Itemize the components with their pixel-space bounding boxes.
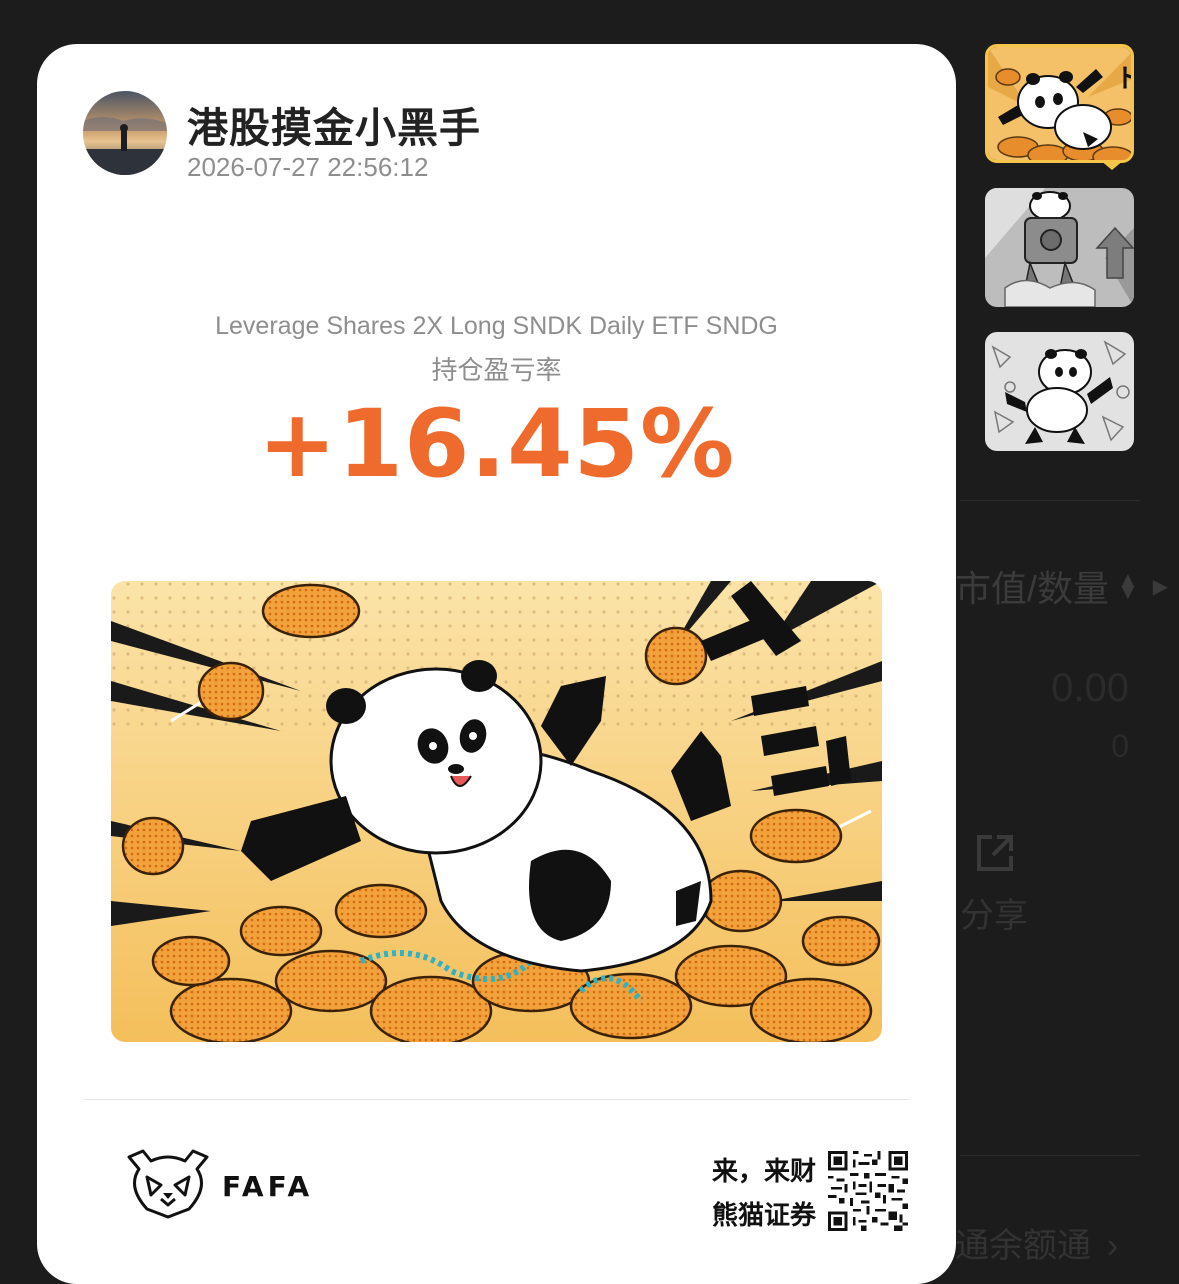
sort-icon: ▲ ▼ [1117,567,1139,604]
column-header-label: 市值/数量 [955,568,1110,609]
market-value-column-header[interactable]: 市值/数量 ▲ ▼ ▶ [955,560,1169,612]
market-value: 0.00 [1051,666,1129,710]
share-poster-card: 港股摸金小黑手 2026-07-27 22:56:12 Leverage Sha… [37,44,956,1284]
divider [960,500,1140,501]
username: 港股摸金小黑手 [187,104,481,152]
svg-text:ド: ド [1116,64,1134,94]
share-icon[interactable] [975,833,1015,873]
slogan-line-2: 熊猫证券 [711,1201,816,1231]
divider [960,1155,1140,1156]
divider [84,1099,910,1100]
quota-row[interactable]: 通余额通 › [955,1218,1118,1267]
qr-code [828,1151,908,1231]
panda-coins-illustration [111,581,882,1042]
chevron-right-icon: › [1107,1227,1119,1265]
metric-label: 持仓盈亏率 [431,356,562,386]
panda-logo-icon [127,1149,209,1219]
share-label: 分享 [960,897,1028,935]
slogan: 来，来财 熊猫证券 [712,1150,816,1238]
post-datetime: 2026-07-27 22:56:12 [187,152,429,182]
quantity: 0 [1111,728,1129,764]
selected-indicator [1100,160,1124,170]
thumbnail-panda-falling[interactable] [985,332,1134,451]
chevron-right-icon: ▶ [1152,575,1169,598]
profit-loss-rate: +16.45% [257,390,736,499]
slogan-line-1: 来，来财 [711,1157,816,1187]
thumbnail-panda-rocket[interactable] [985,188,1134,307]
security-name: Leverage Shares 2X Long SNDK Daily ETF S… [215,312,778,340]
avatar [83,91,167,175]
brand-name: FAFA [222,1170,314,1203]
thumbnail-panda-coins[interactable]: ド [985,44,1134,163]
quota-label: 通余额通 [955,1227,1091,1265]
